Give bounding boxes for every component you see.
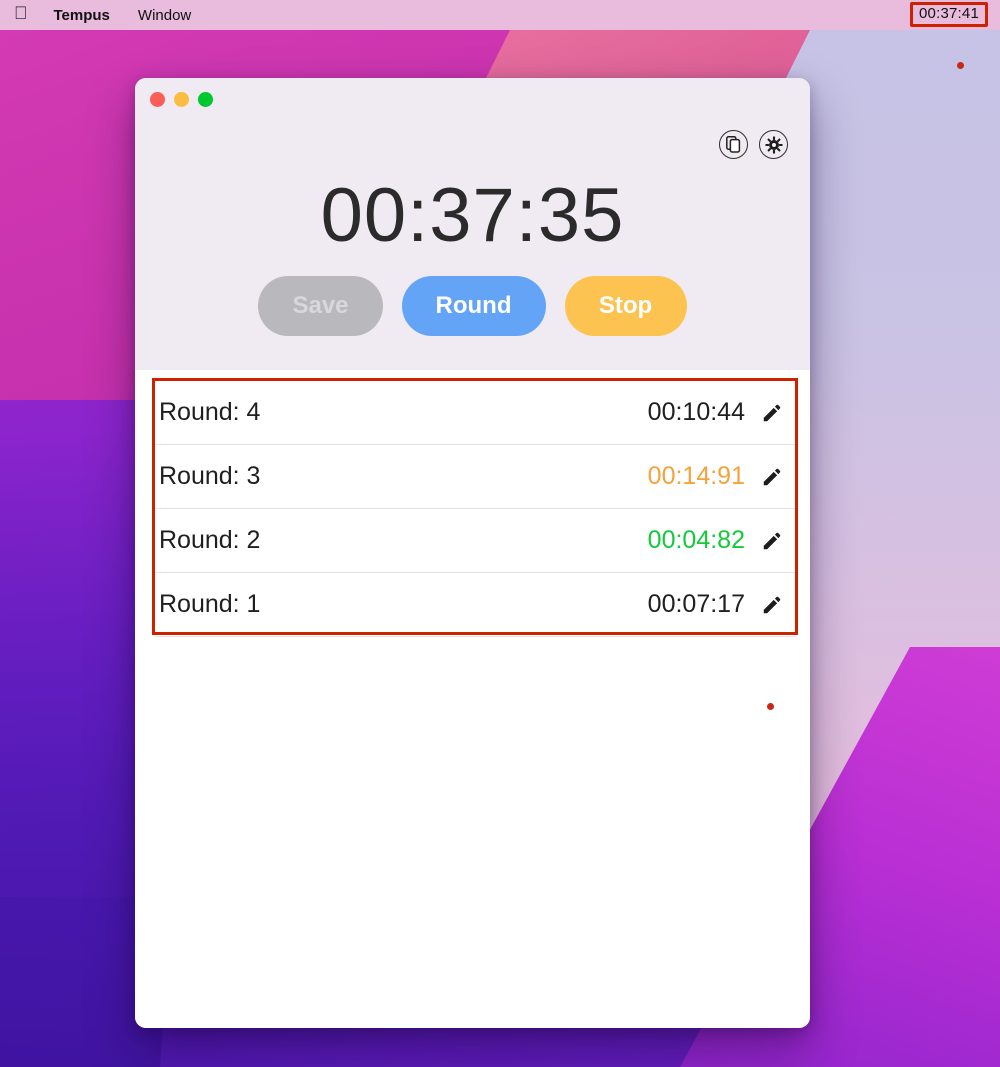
tempus-app-window: 00:37:35 Save Round Stop Round: 4 00:10:… <box>135 78 810 1028</box>
table-row[interactable]: Round: 3 00:14:91 <box>155 445 795 509</box>
desktop-background:  Tempus Window 00:37:41 <box>0 0 1000 1067</box>
maximize-window-button[interactable] <box>198 92 213 107</box>
gear-icon <box>764 135 783 154</box>
minimize-window-button[interactable] <box>174 92 189 107</box>
round-label: Round: 1 <box>159 590 261 618</box>
menu-item-app-name[interactable]: Tempus <box>54 7 110 24</box>
close-window-button[interactable] <box>150 92 165 107</box>
apple-logo-icon[interactable]:  <box>14 4 28 22</box>
window-traffic-lights <box>150 92 213 107</box>
round-time: 00:04:82 <box>647 526 745 554</box>
table-row[interactable]: Round: 2 00:04:82 <box>155 509 795 573</box>
window-header: 00:37:35 Save Round Stop <box>135 78 810 370</box>
timer-controls: Save Round Stop <box>135 276 810 336</box>
edit-pencil-icon[interactable] <box>761 594 783 616</box>
rounds-area: Round: 4 00:10:44 Round: 3 00:14:91 Roun… <box>135 370 810 1028</box>
edit-pencil-icon[interactable] <box>761 530 783 552</box>
annotation-dot-top <box>957 62 964 69</box>
menu-bar:  Tempus Window 00:37:41 <box>0 0 1000 30</box>
copy-icon <box>726 136 741 153</box>
menu-item-window[interactable]: Window <box>138 7 191 24</box>
stop-button[interactable]: Stop <box>564 276 687 336</box>
header-action-buttons <box>719 130 788 159</box>
round-label: Round: 3 <box>159 462 261 490</box>
copy-button[interactable] <box>719 130 748 159</box>
settings-button[interactable] <box>759 130 788 159</box>
round-label: Round: 2 <box>159 526 261 554</box>
table-row[interactable]: Round: 4 00:10:44 <box>155 381 795 445</box>
menu-bar-clock[interactable]: 00:37:41 <box>919 5 979 22</box>
table-row[interactable]: Round: 1 00:07:17 <box>155 573 795 637</box>
timer-display: 00:37:35 <box>320 173 625 258</box>
save-button[interactable]: Save <box>258 276 383 336</box>
rounds-list: Round: 4 00:10:44 Round: 3 00:14:91 Roun… <box>155 381 795 637</box>
round-button[interactable]: Round <box>401 276 546 336</box>
round-time: 00:07:17 <box>647 590 745 618</box>
edit-pencil-icon[interactable] <box>761 466 783 488</box>
edit-pencil-icon[interactable] <box>761 402 783 424</box>
annotation-dot-middle <box>767 703 774 710</box>
round-time: 00:10:44 <box>647 398 745 426</box>
round-time: 00:14:91 <box>647 462 745 490</box>
round-label: Round: 4 <box>159 398 261 426</box>
menu-bar-clock-highlight: 00:37:41 <box>910 2 988 27</box>
